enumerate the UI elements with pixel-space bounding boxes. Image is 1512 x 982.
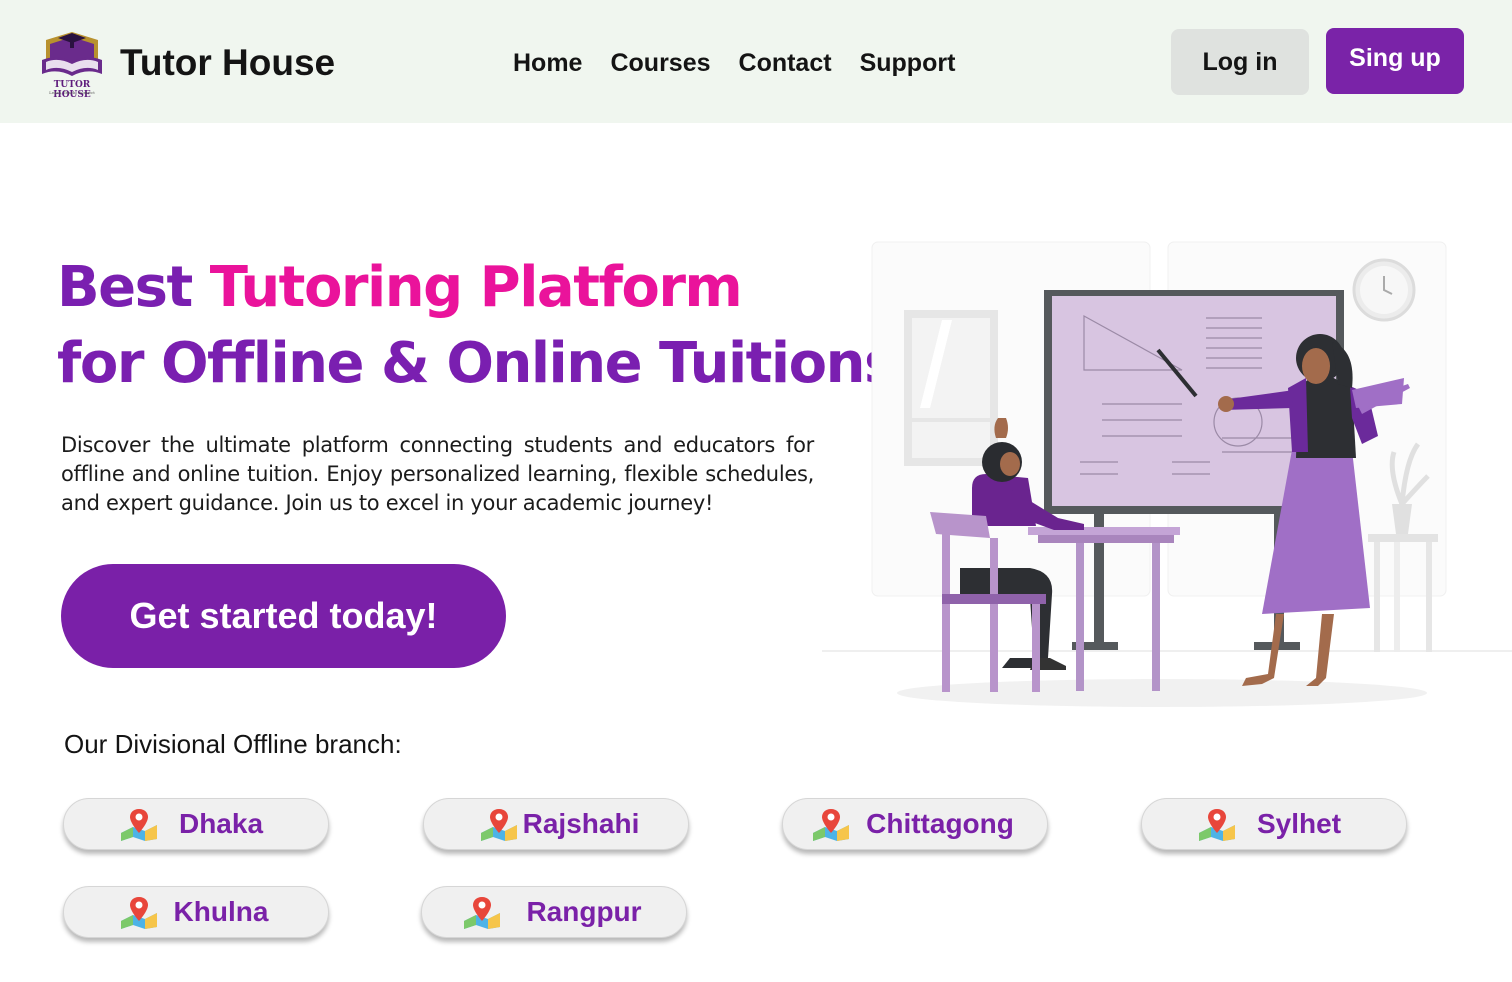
brand-name[interactable]: Tutor House bbox=[120, 42, 335, 84]
branch-label: Dhaka bbox=[178, 808, 264, 839]
hero-title-line2: for Offline & Online Tuitions bbox=[57, 331, 897, 396]
branch-label: Chittagong bbox=[866, 808, 1014, 839]
logo-house-book-icon bbox=[42, 32, 102, 76]
nav-support[interactable]: Support bbox=[860, 49, 956, 78]
get-started-button[interactable]: Get started today! bbox=[61, 564, 506, 668]
classroom-illustration bbox=[822, 241, 1512, 707]
branch-rajshahi[interactable]: Rajshahi bbox=[423, 798, 689, 850]
branch-label: Khulna bbox=[173, 896, 269, 927]
logo-tagline: Learn, Teach, Connect bbox=[49, 90, 95, 95]
hero-description: Discover the ultimate platform connectin… bbox=[61, 433, 814, 515]
nav-contact[interactable]: Contact bbox=[739, 49, 832, 78]
branch-dhaka[interactable]: Dhaka bbox=[63, 798, 329, 850]
branch-rangpur[interactable]: Rangpur bbox=[421, 886, 687, 938]
branch-label: Rangpur bbox=[526, 896, 642, 927]
main-nav: Home Courses Contact Support bbox=[513, 49, 955, 78]
top-header: TUTOR HOUSE Learn, Teach, Connect Tutor … bbox=[0, 0, 1512, 123]
branch-heading: Our Divisional Offline branch: bbox=[64, 729, 402, 759]
hero-title-accent: Tutoring Platform bbox=[209, 255, 743, 320]
branch-label: Rajshahi bbox=[522, 808, 640, 839]
hero-title-part1: Best bbox=[57, 255, 210, 320]
signup-button[interactable]: Sing up bbox=[1326, 28, 1464, 94]
branch-chittagong[interactable]: Chittagong bbox=[782, 798, 1048, 850]
hero-title: Best Tutoring Platform for Offline & Onl… bbox=[57, 250, 897, 402]
nav-home[interactable]: Home bbox=[513, 49, 582, 78]
branch-label: Sylhet bbox=[1256, 808, 1342, 839]
branch-khulna[interactable]: Khulna bbox=[63, 886, 329, 938]
login-button[interactable]: Log in bbox=[1171, 29, 1309, 95]
branch-sylhet[interactable]: Sylhet bbox=[1141, 798, 1407, 850]
brand-logo[interactable]: TUTOR HOUSE Learn, Teach, Connect bbox=[36, 30, 108, 100]
nav-courses[interactable]: Courses bbox=[610, 49, 710, 78]
